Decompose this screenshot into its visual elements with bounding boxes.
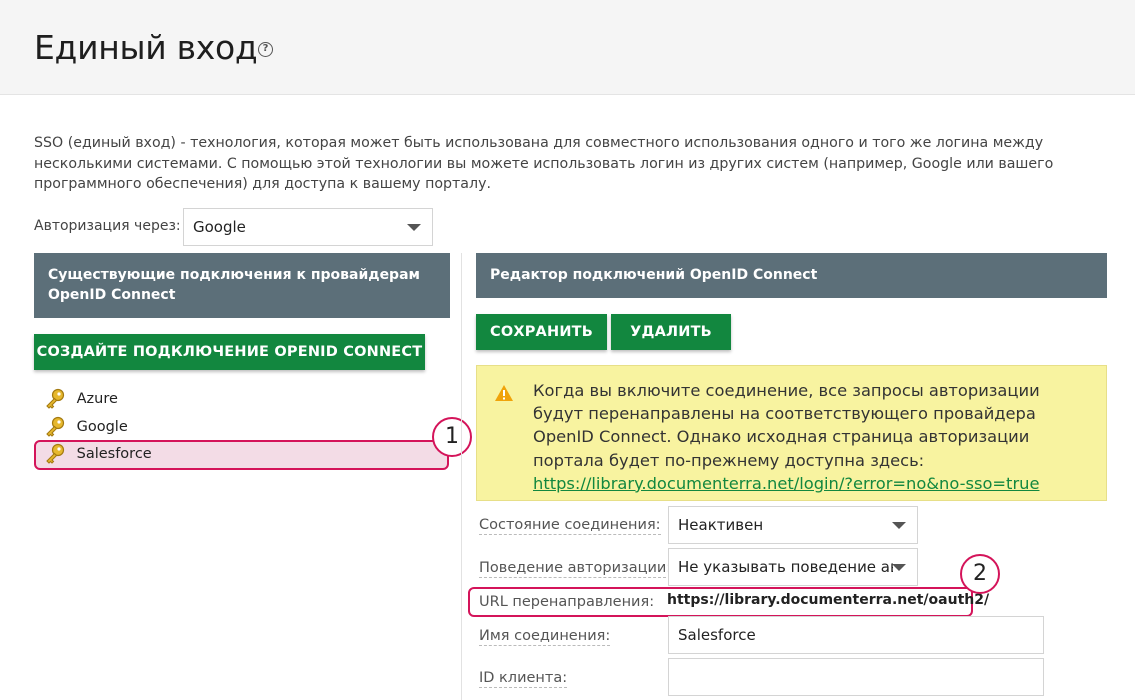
page-title: Единый вход	[34, 28, 258, 67]
client-id-label: ID клиента:	[479, 670, 568, 688]
auth-behavior-select[interactable]: Не указывать поведение ав	[668, 548, 918, 586]
redirect-url-label: URL перенаправления:	[479, 594, 655, 610]
sso-description: SSO (единый вход) - технология, которая …	[34, 135, 1054, 192]
key-icon	[46, 416, 65, 437]
create-connection-button[interactable]: СОЗДАЙТЕ ПОДКЛЮЧЕНИЕ OPENID CONNECT	[34, 334, 425, 370]
connection-name: Azure	[76, 391, 118, 407]
auth-provider-label: Авторизация через:	[34, 218, 181, 234]
auth-provider-select[interactable]: Google	[183, 208, 433, 246]
connection-item-google[interactable]: Google	[44, 415, 128, 439]
callout-number-2: 2	[960, 554, 1000, 594]
connection-item-salesforce[interactable]: Salesforce	[44, 442, 152, 466]
connection-item-azure[interactable]: Azure	[44, 387, 118, 411]
panel-divider	[461, 253, 462, 700]
key-icon	[46, 443, 65, 464]
warning-message: Когда вы включите соединение, все запрос…	[533, 381, 1040, 470]
key-icon	[46, 388, 65, 409]
existing-connections-header: Существующие подключения к провайдерам O…	[34, 253, 450, 318]
connection-state-value: Неактивен	[678, 516, 764, 534]
chevron-down-icon	[892, 522, 906, 529]
connection-state-label: Состояние соединения:	[479, 517, 661, 535]
connection-name: Salesforce	[76, 446, 152, 462]
fallback-login-link[interactable]: https://library.documenterra.net/login/?…	[533, 474, 1039, 493]
connection-name-input[interactable]	[668, 616, 1044, 654]
connection-name-label: Имя соединения:	[479, 628, 611, 646]
connection-state-select[interactable]: Неактивен	[668, 506, 918, 544]
connection-editor-header: Редактор подключений OpenID Connect	[476, 253, 1107, 298]
warning-icon	[495, 385, 513, 401]
auth-provider-value: Google	[193, 218, 246, 236]
delete-button[interactable]: УДАЛИТЬ	[611, 314, 731, 350]
sso-warning-box: Когда вы включите соединение, все запрос…	[476, 365, 1107, 501]
connection-name: Google	[76, 419, 128, 435]
save-button[interactable]: СОХРАНИТЬ	[476, 314, 607, 350]
callout-number-1: 1	[432, 417, 472, 457]
page-header: Единый вход ?	[0, 0, 1135, 95]
client-id-input[interactable]	[668, 658, 1044, 696]
help-icon[interactable]: ?	[258, 42, 273, 57]
auth-behavior-value: Не указывать поведение ав	[678, 558, 893, 576]
redirect-url-value: https://library.documenterra.net/oauth2/	[667, 592, 990, 608]
chevron-down-icon	[407, 224, 421, 231]
chevron-down-icon	[892, 564, 906, 571]
auth-behavior-label: Поведение авторизации:	[479, 560, 672, 578]
